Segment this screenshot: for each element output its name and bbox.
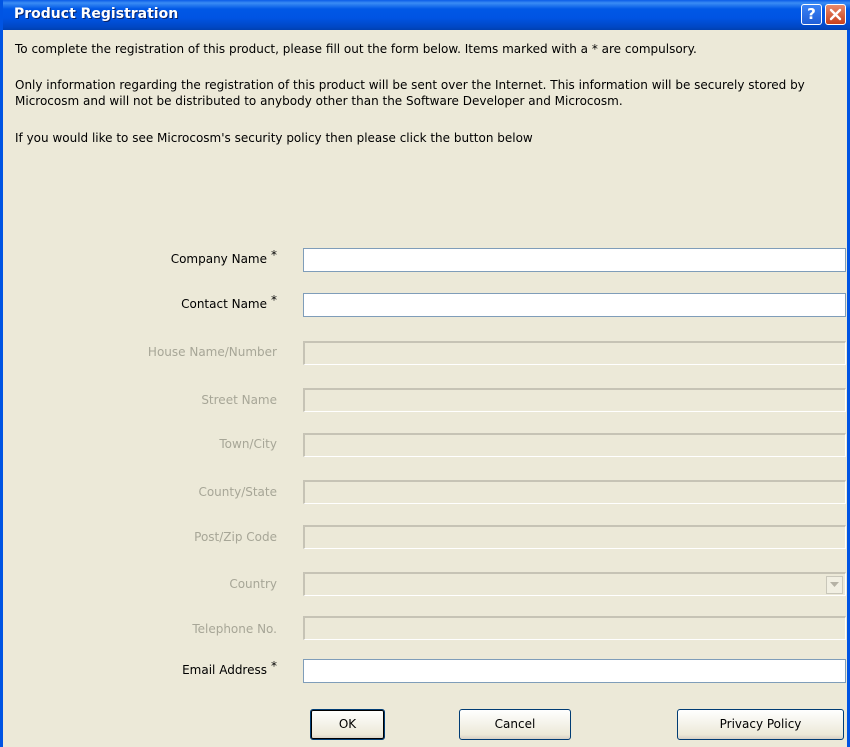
house-name-label: House Name/Number <box>147 345 277 359</box>
contact-name-input[interactable] <box>303 293 846 317</box>
cancel-button[interactable]: Cancel <box>459 709 571 740</box>
window-title: Product Registration <box>14 6 179 22</box>
country-select <box>303 572 846 596</box>
intro-privacy-note: Only information regarding the registrat… <box>15 78 805 108</box>
chevron-down-icon <box>830 582 839 587</box>
county-state-input <box>303 480 846 504</box>
help-button[interactable]: ? <box>801 4 822 25</box>
country-dropdown-button <box>826 576 843 594</box>
help-icon: ? <box>807 5 816 23</box>
house-name-input <box>303 341 846 365</box>
privacy-policy-button[interactable]: Privacy Policy <box>677 709 844 740</box>
telephone-input <box>303 616 846 640</box>
close-button[interactable] <box>825 4 846 25</box>
close-icon <box>829 8 842 21</box>
country-label: Country <box>229 577 277 591</box>
town-city-input <box>303 433 846 457</box>
email-address-label: Email Address * <box>182 659 277 677</box>
required-marker: * <box>271 293 277 307</box>
street-name-input <box>303 388 846 412</box>
ok-button[interactable]: OK <box>310 709 385 740</box>
required-marker: * <box>271 659 277 673</box>
telephone-label: Telephone No. <box>192 622 277 636</box>
post-zip-label: Post/Zip Code <box>194 530 277 544</box>
email-address-input[interactable] <box>303 659 846 683</box>
company-name-input[interactable] <box>303 248 846 272</box>
town-city-label: Town/City <box>219 437 277 451</box>
company-name-label: Company Name * <box>170 248 277 266</box>
product-registration-dialog: Product Registration ? To complete the r… <box>0 0 850 747</box>
title-bar[interactable]: Product Registration ? <box>3 0 850 30</box>
required-marker: * <box>271 248 277 262</box>
contact-name-label: Contact Name * <box>181 293 277 311</box>
intro-security-note: If you would like to see Microcosm's sec… <box>15 131 533 145</box>
intro-instructions: To complete the registration of this pro… <box>15 42 697 56</box>
county-state-label: County/State <box>198 485 277 499</box>
post-zip-input <box>303 525 846 549</box>
street-name-label: Street Name <box>201 393 277 407</box>
